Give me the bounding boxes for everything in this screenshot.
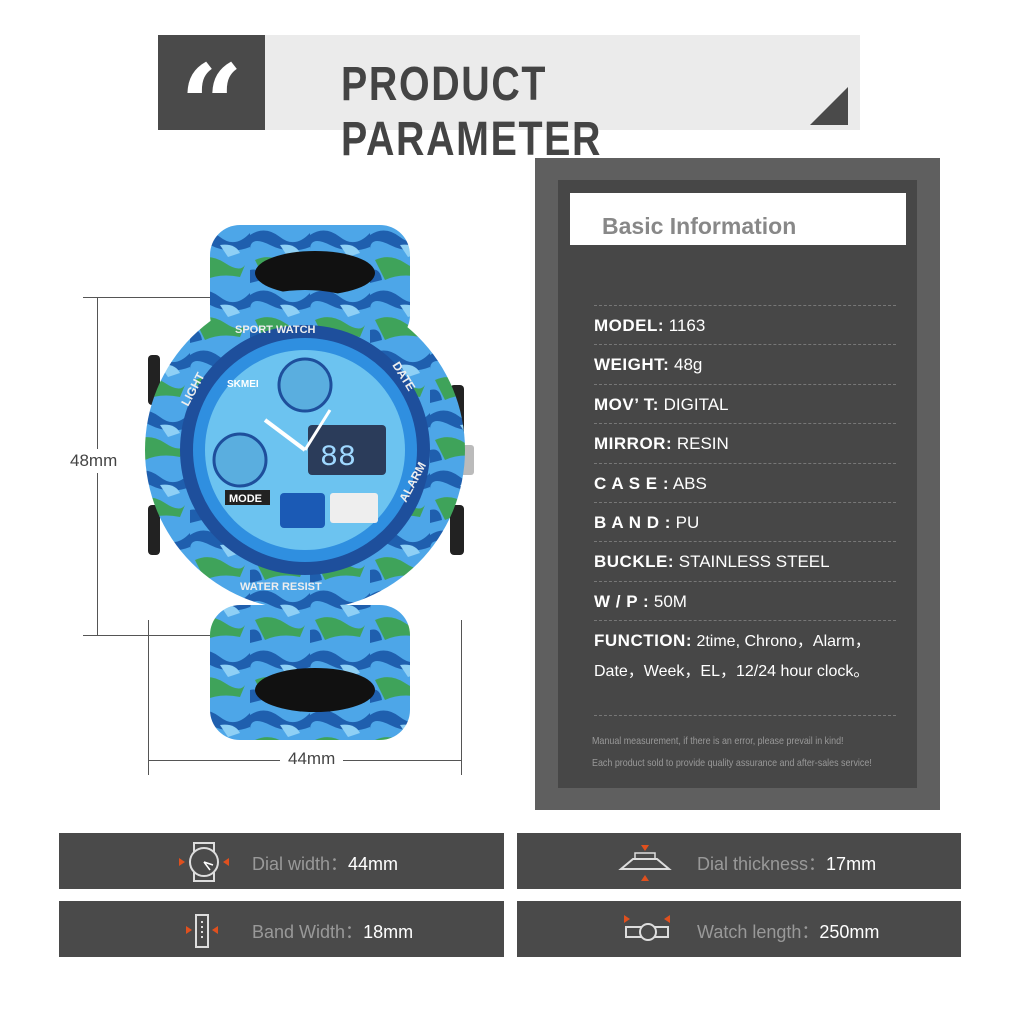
info-panel-inner: Basic Information MODEL: 1163 WEIGHT: 48… <box>558 180 917 788</box>
spec-value: 17mm <box>826 854 877 874</box>
spec-bar-watch-length: Watch length：250mm <box>517 901 961 957</box>
corner-triangle <box>810 87 848 125</box>
spec-row: C A S E : ABS <box>594 463 896 503</box>
spec-value: 48g <box>674 355 703 374</box>
spec-value: 2time, Chrono，Alarm， <box>696 633 871 650</box>
band-width-icon <box>186 914 218 948</box>
quote-icon: “ <box>158 35 265 169</box>
dim-line <box>461 620 462 775</box>
spec-row: MODEL: 1163 <box>594 305 896 345</box>
dim-line <box>83 297 210 298</box>
info-title-box: Basic Information <box>570 193 906 245</box>
header-banner: “ PRODUCT PARAMETER <box>158 35 860 169</box>
spec-value: Date，Week，EL，12/24 hour clock。 <box>594 663 870 680</box>
disclaimer: Each product sold to provide quality ass… <box>592 757 872 769</box>
page-title: PRODUCT PARAMETER <box>341 58 603 166</box>
spec-row: BUCKLE: STAINLESS STEEL <box>594 541 896 581</box>
spec-row: WEIGHT: 48g <box>594 344 896 384</box>
brand-logo: SKMEI <box>227 379 259 390</box>
spec-key: BUCKLE: <box>594 552 674 571</box>
spec-key: W / P : <box>594 592 650 611</box>
spec-bar-band-width: Band Width：18mm <box>59 901 504 957</box>
spec-bar-dial-thickness: Dial thickness：17mm <box>517 833 961 889</box>
bezel-text: WATER RESIST <box>240 581 322 593</box>
spec-value: PU <box>675 513 700 532</box>
spec-value: DIGITAL <box>663 395 729 414</box>
spec-bar-dial-width: Dial width：44mm <box>59 833 504 889</box>
spec-value: 250mm <box>819 922 880 942</box>
spec-row: MIRROR: RESIN <box>594 423 896 463</box>
spec-value: RESIN <box>676 434 729 453</box>
svg-text:88: 88 <box>320 441 356 475</box>
watch-image: 88 MODE SKMEI SPORT WATCH LIGHT DATE ALA… <box>145 225 474 740</box>
spec-key: C A S E : <box>594 474 670 493</box>
spec-row: W / P : 50M <box>594 581 896 621</box>
spec-key: MOV’ T: <box>594 395 659 414</box>
spec-value: ABS <box>672 474 707 493</box>
spec-key: MODEL: <box>594 316 665 335</box>
disclaimer: Manual measurement, if there is an error… <box>592 735 844 747</box>
spec-label: Dial width： <box>252 854 349 874</box>
spec-key: FUNCTION: <box>594 631 692 650</box>
spec-label: Band Width： <box>252 922 364 942</box>
dial-thickness-icon <box>618 845 672 881</box>
spec-key: B A N D : <box>594 513 671 532</box>
spec-label: Dial thickness： <box>697 854 827 874</box>
spec-label: Watch length： <box>697 922 820 942</box>
bezel-text: SPORT WATCH <box>235 324 316 336</box>
info-title: Basic Information <box>602 213 797 239</box>
spec-value: STAINLESS STEEL <box>678 552 830 571</box>
width-label: 44mm <box>280 749 344 769</box>
spec-key: MIRROR: <box>594 434 673 453</box>
dim-line <box>83 635 210 636</box>
spec-value: 44mm <box>348 854 399 874</box>
spec-row: MOV’ T: DIGITAL <box>594 384 896 424</box>
height-label: 48mm <box>70 449 118 473</box>
spec-row: B A N D : PU <box>594 502 896 542</box>
spec-value: 1163 <box>668 316 706 335</box>
dial-width-icon <box>179 842 229 882</box>
spec-key: WEIGHT: <box>594 355 670 374</box>
watch-length-icon <box>624 915 670 941</box>
spec-value: 18mm <box>363 922 414 942</box>
mode-label: MODE <box>229 493 262 505</box>
dim-line <box>148 620 149 775</box>
spec-row-function: FUNCTION: 2time, Chrono，Alarm， Date，Week，… <box>594 620 896 716</box>
spec-value: 50M <box>653 592 687 611</box>
